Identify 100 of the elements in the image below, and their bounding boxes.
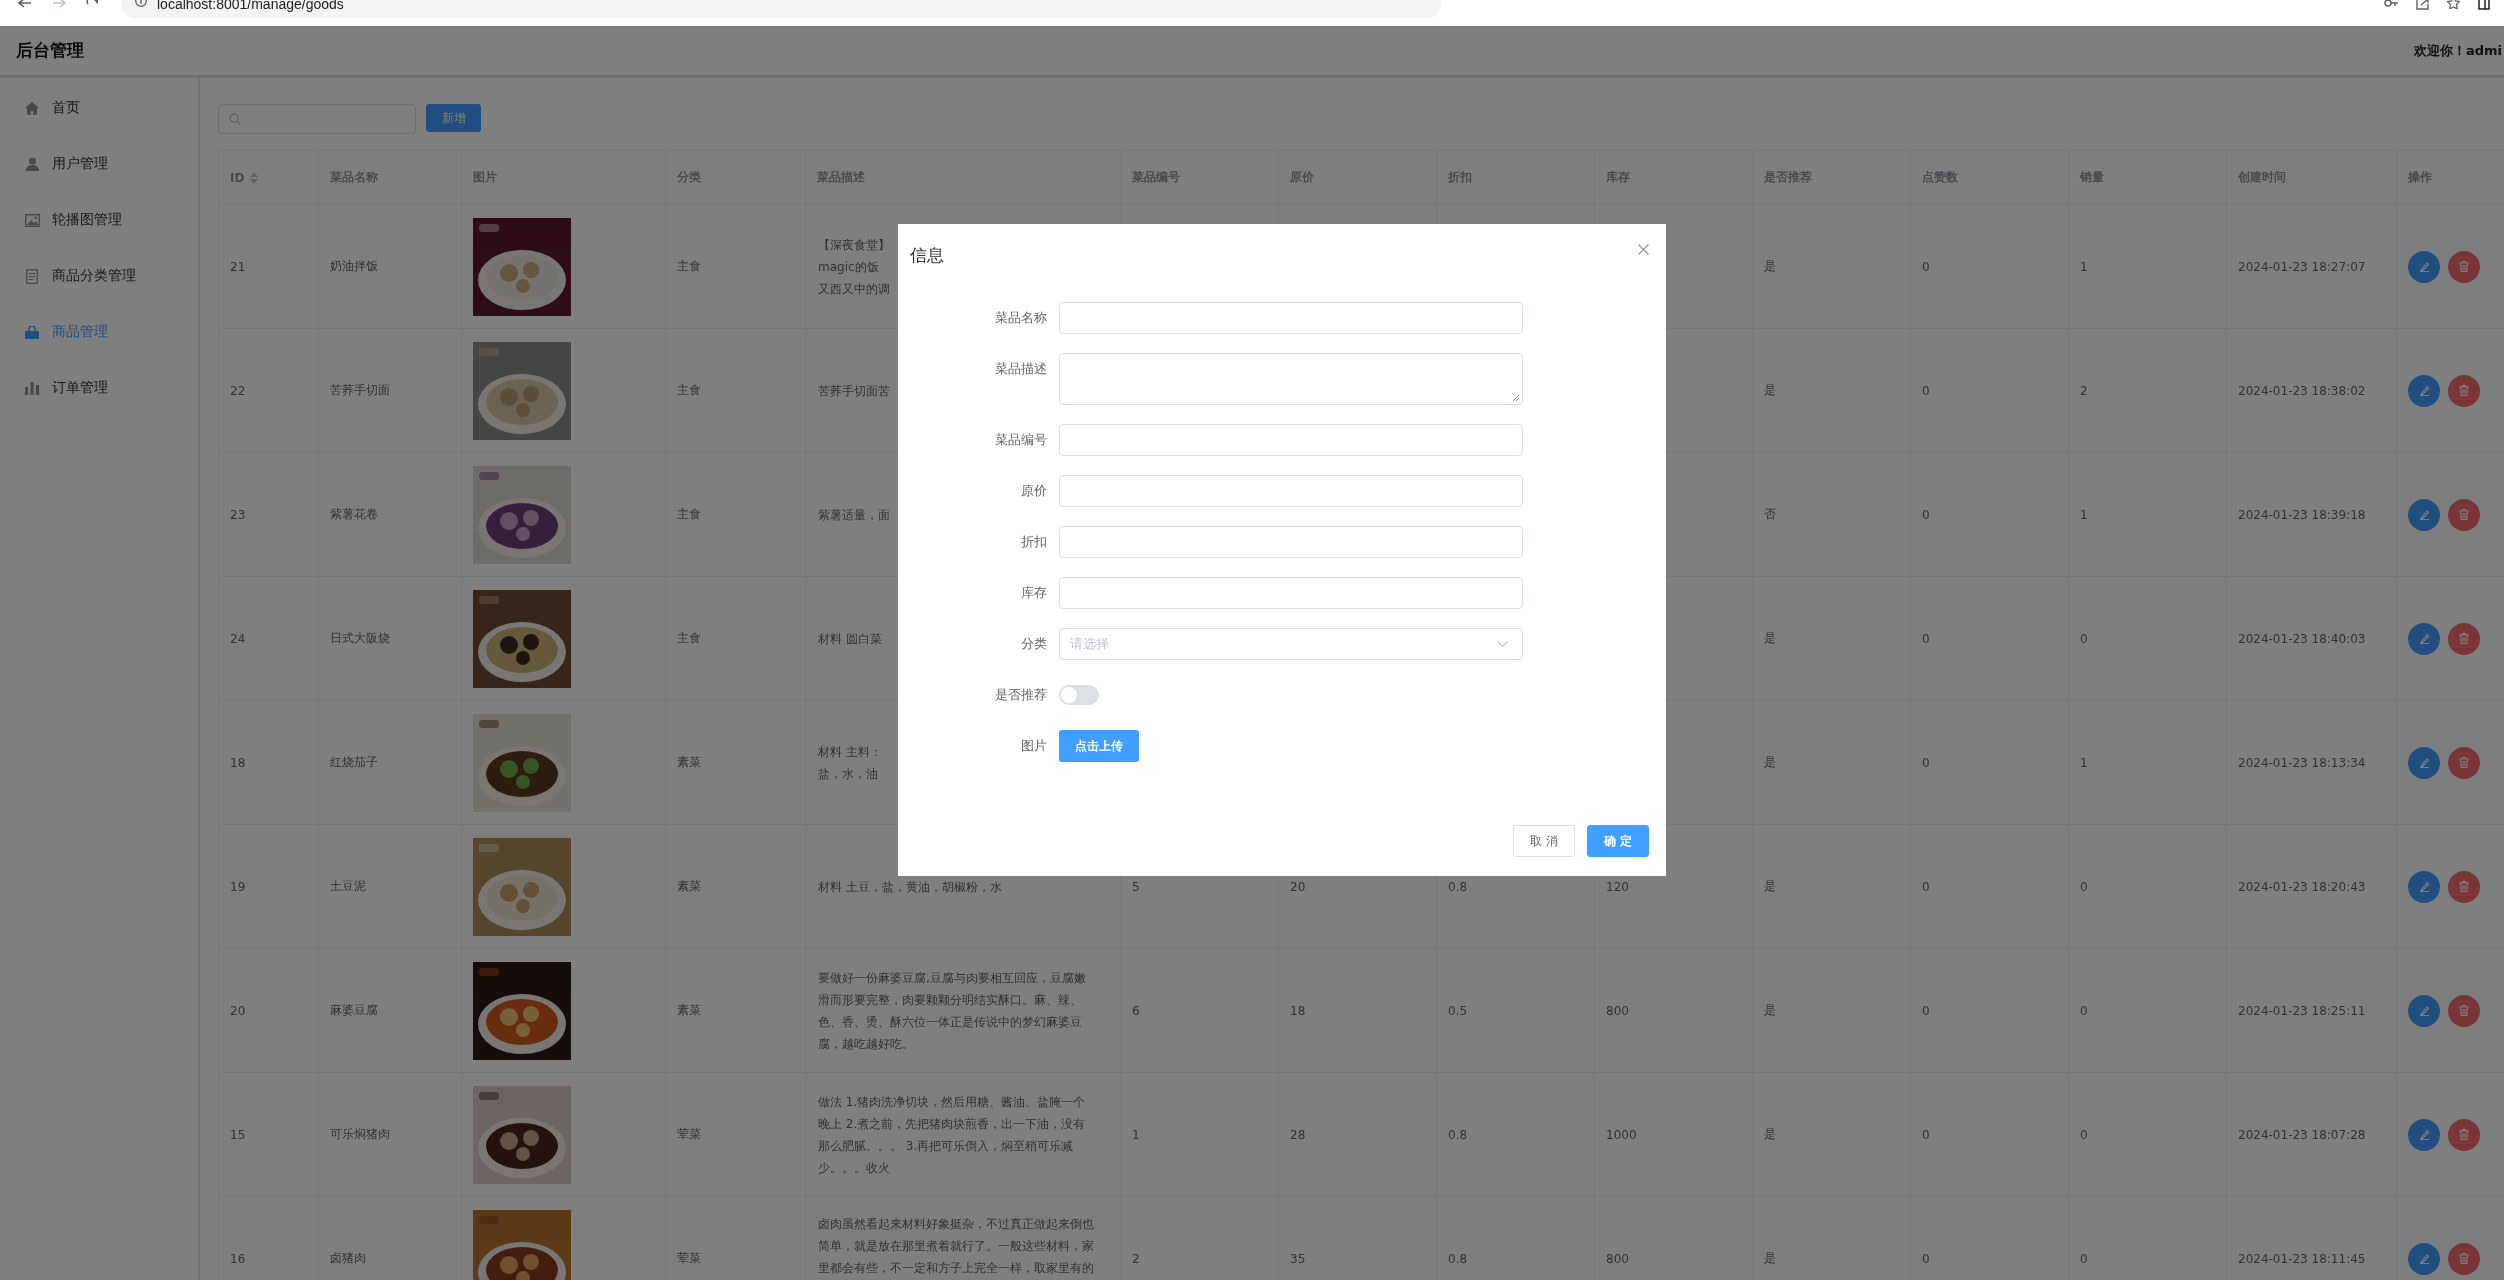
table-cell: 0.8	[1448, 1251, 1468, 1266]
trash-icon	[2459, 881, 2469, 892]
table-cell: 0.8	[1448, 1127, 1468, 1142]
edit-button[interactable]	[2408, 374, 2440, 407]
table-cell: 是	[1764, 382, 1776, 399]
user-icon	[25, 157, 39, 171]
sort-icon[interactable]	[250, 171, 259, 184]
delete-button[interactable]	[2448, 746, 2480, 779]
chevron-down-icon	[1497, 641, 1508, 647]
delete-button[interactable]	[2448, 250, 2480, 283]
table-cell: 2024-01-23 18:20:43	[2238, 879, 2366, 894]
table-cell: 0	[1922, 879, 1930, 894]
toggle-switch[interactable]	[1059, 685, 1099, 705]
search-field[interactable]	[218, 104, 416, 134]
table-cell: 是	[1764, 878, 1776, 895]
pencil-icon	[2418, 385, 2430, 396]
edit-button[interactable]	[2408, 622, 2440, 655]
delete-button[interactable]	[2448, 994, 2480, 1027]
table-cell: 15	[230, 1127, 246, 1142]
description-text: 材料 土豆，盐，黄油，胡椒粉，水	[818, 878, 1002, 896]
edit-button[interactable]	[2408, 746, 2440, 779]
sidebar-item[interactable]: 订单管理	[0, 360, 198, 416]
bag-icon	[25, 325, 39, 339]
forward-icon[interactable]	[52, 0, 66, 10]
resize-grip-icon[interactable]	[1512, 394, 1520, 402]
pencil-icon	[2418, 633, 2430, 644]
trash-icon	[2459, 509, 2469, 520]
table-cell: 是	[1764, 1126, 1776, 1143]
table-cell: 主食	[677, 630, 701, 647]
edit-button[interactable]	[2408, 498, 2440, 531]
table-cell: 20	[230, 1003, 246, 1018]
pencil-icon	[2418, 509, 2430, 520]
table-cell: 红烧茄子	[330, 754, 378, 771]
table-cell: 是	[1764, 754, 1776, 771]
text-area[interactable]	[1059, 353, 1523, 405]
delete-button[interactable]	[2448, 1118, 2480, 1151]
edit-button[interactable]	[2408, 1118, 2440, 1151]
close-icon[interactable]	[1638, 244, 1649, 255]
table-cell: 120	[1606, 879, 1629, 894]
confirm-button[interactable]: 确 定	[1587, 825, 1649, 857]
input-field[interactable]	[1059, 475, 1523, 507]
input-field[interactable]	[1059, 577, 1523, 609]
field-label: 菜品编号	[994, 431, 1048, 449]
table-cell: 0.5	[1448, 1003, 1468, 1018]
edit-button[interactable]	[2408, 1242, 2440, 1275]
table-cell: 2	[2080, 383, 2088, 398]
table-cell: 麻婆豆腐	[330, 1002, 378, 1019]
sidebar-item[interactable]: 用户管理	[0, 136, 198, 192]
input-field[interactable]	[1059, 302, 1523, 334]
sidebar-item[interactable]: 商品分类管理	[0, 248, 198, 304]
field-label: 图片	[1020, 737, 1048, 755]
delete-button[interactable]	[2448, 622, 2480, 655]
table-cell: 6	[1132, 1003, 1140, 1018]
cancel-button[interactable]: 取 消	[1513, 825, 1575, 857]
description-text: 【深夜食堂】	[818, 236, 890, 254]
dialog-title: 信息	[910, 244, 944, 267]
table-cell: 2024-01-23 18:07:28	[2238, 1127, 2366, 1142]
edit-button[interactable]	[2408, 994, 2440, 1027]
table-cell: 23	[230, 507, 246, 522]
delete-button[interactable]	[2448, 374, 2480, 407]
edit-button[interactable]	[2408, 250, 2440, 283]
delete-button[interactable]	[2448, 1242, 2480, 1275]
sidebar-item[interactable]: 首页	[0, 80, 198, 136]
table-cell: 16	[230, 1251, 246, 1266]
table-cell: 1	[1132, 1127, 1140, 1142]
pencil-icon	[2418, 1005, 2430, 1016]
table-cell: 可乐焖猪肉	[330, 1126, 390, 1143]
table-cell: 2024-01-23 18:25:11	[2238, 1003, 2366, 1018]
edit-button[interactable]	[2408, 870, 2440, 903]
table-cell: 2024-01-23 18:38:02	[2238, 383, 2366, 398]
description-text: 盐，水，油	[818, 765, 878, 783]
table-cell: 1000	[1606, 1127, 1637, 1142]
star-icon[interactable]	[2447, 0, 2460, 9]
table-cell: 否	[1764, 506, 1776, 523]
sidebar-item[interactable]: 轮播图管理	[0, 192, 198, 248]
table-cell: 土豆泥	[330, 878, 366, 895]
input-field[interactable]	[1059, 424, 1523, 456]
field-label: 是否推荐	[994, 686, 1048, 704]
share-icon[interactable]	[2416, 0, 2429, 10]
table-cell: 2024-01-23 18:13:34	[2238, 755, 2366, 770]
delete-button[interactable]	[2448, 870, 2480, 903]
trash-icon	[2459, 633, 2469, 644]
side-panel-icon[interactable]	[2478, 0, 2490, 10]
table-cell: 35	[1290, 1251, 1306, 1266]
table-cell: 0	[1922, 259, 1930, 274]
input-field[interactable]	[1059, 526, 1523, 558]
back-icon[interactable]	[18, 0, 32, 10]
key-icon[interactable]	[2384, 0, 2398, 8]
pencil-icon	[2418, 757, 2430, 768]
field-label: 菜品名称	[994, 309, 1048, 327]
upload-button[interactable]: 点击上传	[1059, 730, 1139, 762]
table-cell: 0	[2080, 879, 2088, 894]
pencil-icon	[2418, 881, 2430, 892]
description-text: 苦荞手切面苦	[818, 382, 890, 400]
trash-icon	[2459, 757, 2469, 768]
table-cell: 日式大阪烧	[330, 630, 390, 647]
table-cell: 0	[1922, 1251, 1930, 1266]
table-cell: 0	[2080, 1003, 2088, 1018]
trash-icon	[2459, 261, 2469, 272]
delete-button[interactable]	[2448, 498, 2480, 531]
